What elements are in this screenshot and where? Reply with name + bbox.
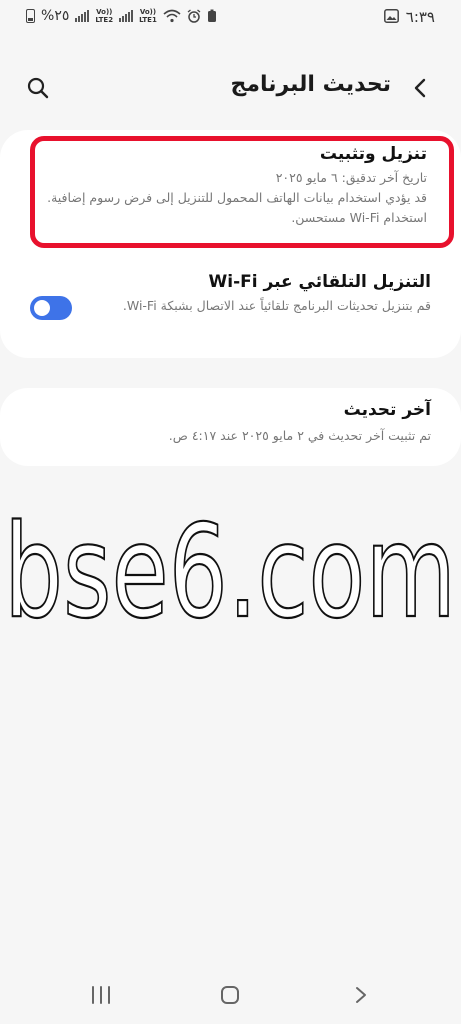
sim1-label: Vo)) LTE2 (95, 8, 114, 24)
sim2-label: Vo)) LTE1 (139, 8, 157, 24)
search-icon[interactable] (24, 74, 52, 102)
back-icon[interactable] (350, 985, 372, 1005)
auto-download-wifi-item[interactable]: التنزيل التلقائي عبر Wi-Fi قم بتنزيل تحد… (96, 272, 431, 316)
page-title: تحديث البرنامج (230, 72, 392, 97)
last-update-item[interactable]: آخر تحديث تم تثبيت آخر تحديث في ٢ مايو ٢… (30, 400, 431, 446)
signal-icon (75, 10, 90, 22)
battery-icon (26, 9, 35, 23)
last-update-card: آخر تحديث تم تثبيت آخر تحديث في ٢ مايو ٢… (0, 388, 461, 466)
status-bar: %٢٥ Vo)) LTE2 Vo)) LTE1 ٦:٣٩ (0, 0, 461, 34)
battery-saver-icon (207, 9, 216, 22)
battery-percent: %٢٥ (41, 8, 70, 24)
recent-apps-icon[interactable] (90, 985, 112, 1005)
clock: ٦:٣٩ (405, 8, 435, 26)
auto-download-toggle[interactable] (30, 296, 72, 320)
auto-download-description: قم بتنزيل تحديثات البرنامج تلقائياً عند … (122, 298, 431, 313)
auto-download-title: التنزيل التلقائي عبر Wi-Fi (208, 272, 431, 292)
wifi-icon (163, 9, 181, 23)
signal-icon (119, 10, 134, 22)
app-header: تحديث البرنامج (0, 60, 461, 116)
status-left-cluster: %٢٥ Vo)) LTE2 Vo)) LTE1 (26, 8, 217, 24)
watermark-text: bse6.com (4, 498, 456, 638)
alarm-icon (187, 9, 201, 23)
last-update-description: تم تثبيت آخر تحديث في ٢ مايو ٢٠٢٥ عند ٤:… (168, 428, 431, 443)
toggle-knob (34, 300, 50, 316)
gallery-icon (384, 9, 399, 23)
home-icon[interactable] (219, 985, 241, 1005)
last-update-title: آخر تحديث (343, 400, 431, 420)
watermark: bse6.com (3, 498, 457, 638)
chevron-left-icon[interactable] (407, 74, 435, 102)
highlight-box (30, 136, 454, 248)
system-nav-bar (0, 975, 461, 1015)
